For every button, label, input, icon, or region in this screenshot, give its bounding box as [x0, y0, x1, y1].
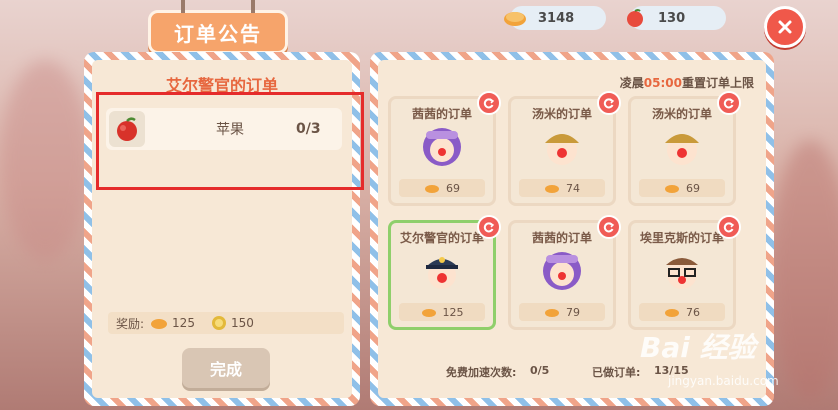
done-orders-label: 已做订单:	[592, 366, 641, 379]
bread-coin-icon	[545, 185, 559, 193]
refresh-icon	[723, 222, 735, 233]
close-button[interactable]	[764, 6, 806, 48]
bread-coin-icon	[421, 309, 436, 317]
refresh-button[interactable]	[597, 215, 621, 239]
refresh-icon	[483, 222, 495, 233]
order-card[interactable]: 汤米的订单 69	[628, 91, 741, 206]
apple-currency-icon	[627, 9, 643, 27]
cici-avatar-icon	[543, 252, 581, 290]
bread-coin-icon	[151, 319, 168, 329]
gold-currency: 3148	[504, 6, 606, 30]
reward-gold: 125	[172, 316, 195, 330]
order-item-row[interactable]: 苹果 0/3	[106, 108, 342, 150]
bread-coin-icon	[665, 185, 679, 193]
reset-suffix: 重置订单上限	[681, 76, 754, 90]
refresh-icon	[723, 98, 735, 109]
order-detail-panel: 艾尔警官的订单 苹果 0/3 奖励: 125 150 完成	[84, 52, 360, 406]
item-count: 0/3	[296, 121, 321, 137]
reward-bar: 奖励: 125 150	[108, 312, 344, 334]
free-speedup-label: 免费加速次数:	[446, 366, 517, 379]
tommy-avatar-icon	[545, 134, 579, 165]
free-speedup-value: 0/5	[530, 364, 550, 377]
refresh-button[interactable]	[477, 215, 501, 239]
order-card[interactable]: 艾尔警官的订单 125	[388, 215, 501, 330]
background-decoration	[770, 140, 838, 400]
order-card-reward-value: 74	[566, 181, 580, 195]
order-card-reward: 125	[399, 303, 485, 321]
bread-coin-icon	[665, 309, 679, 317]
reset-time: 05:00	[643, 76, 682, 90]
item-icon-box	[109, 111, 145, 147]
page-title: 订单公告	[148, 0, 288, 54]
order-card-reward-value: 125	[442, 305, 464, 319]
bread-coin-icon	[545, 309, 559, 317]
apple-amount: 130	[658, 10, 686, 26]
order-card[interactable]: 茜茜的订单 79	[508, 215, 621, 330]
reset-prefix: 凌晨	[619, 76, 644, 90]
apple-icon	[117, 117, 137, 141]
order-card-reward-value: 79	[566, 305, 580, 319]
refresh-button[interactable]	[477, 91, 501, 115]
order-card-reward: 79	[519, 303, 605, 321]
officer-avatar-icon	[426, 257, 458, 289]
order-card[interactable]: 汤米的订单 74	[508, 91, 621, 206]
refresh-button[interactable]	[597, 91, 621, 115]
refresh-icon	[603, 98, 615, 109]
eric-avatar-icon	[666, 258, 698, 289]
order-card-reward: 76	[639, 303, 725, 321]
bread-coin-icon	[425, 185, 439, 193]
order-owner-title: 艾尔警官的订单	[165, 76, 278, 95]
background-decoration	[0, 60, 90, 260]
refresh-button[interactable]	[717, 215, 741, 239]
reward-exp: 150	[230, 316, 254, 330]
order-card-reward-value: 69	[446, 181, 460, 195]
watermark-url: jingyan.baidu.com	[668, 374, 779, 388]
gold-amount: 3148	[538, 10, 575, 26]
tommy-avatar-icon	[665, 134, 699, 165]
reset-notice: 凌晨05:00重置订单上限	[620, 74, 754, 91]
cici-avatar-icon	[423, 128, 461, 166]
order-card[interactable]: 茜茜的订单 69	[388, 91, 501, 206]
watermark: Bai 经验	[640, 331, 756, 364]
refresh-icon	[483, 98, 495, 109]
order-card-reward: 69	[639, 179, 725, 197]
order-card-reward-value: 69	[686, 181, 700, 195]
close-icon	[778, 20, 792, 34]
exp-badge-icon	[211, 316, 226, 330]
order-card-reward: 69	[399, 179, 485, 197]
apple-currency: 130	[627, 6, 726, 30]
page-title-text: 订单公告	[174, 21, 262, 46]
order-card-reward-value: 76	[686, 305, 700, 319]
refresh-button[interactable]	[717, 91, 741, 115]
order-card-reward: 74	[519, 179, 605, 197]
bread-coin-icon	[504, 12, 526, 26]
item-name: 苹果	[216, 122, 244, 138]
refresh-icon	[603, 222, 615, 233]
order-card[interactable]: 埃里克斯的订单 76	[628, 215, 741, 330]
complete-button[interactable]: 完成	[182, 348, 270, 388]
reward-label: 奖励:	[116, 316, 145, 331]
